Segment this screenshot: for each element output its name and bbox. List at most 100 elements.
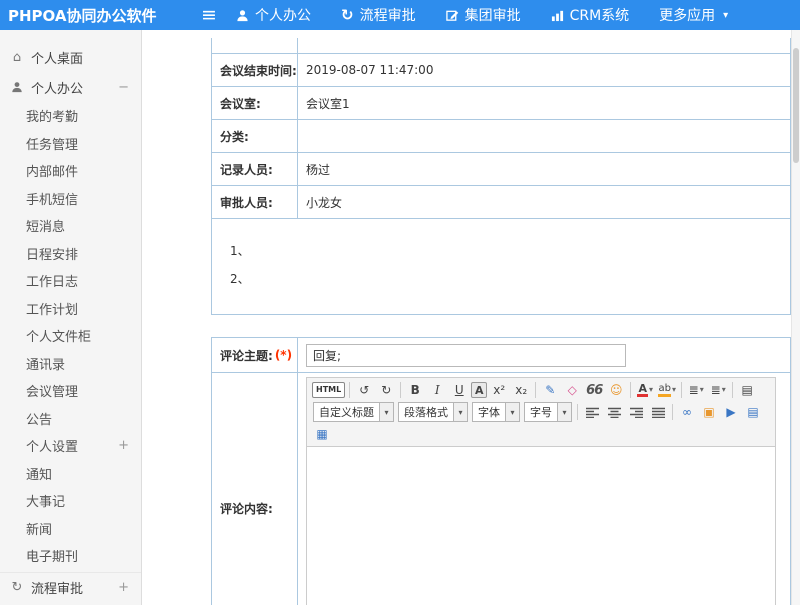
select-value: 字体	[473, 404, 505, 420]
align-justify-icon[interactable]	[648, 402, 668, 422]
user-icon	[10, 81, 24, 93]
bar-chart-icon	[551, 9, 564, 22]
sidebar-sublabel: 我的考勤	[26, 106, 78, 125]
form-row: 审批人员: 小龙女	[212, 186, 790, 219]
underline-button[interactable]: U	[449, 380, 469, 400]
collapse-minus-icon[interactable]: −	[118, 80, 129, 95]
editor-content-area[interactable]	[307, 447, 775, 605]
sidebar-item-e-journal[interactable]: 电子期刊	[0, 542, 141, 570]
edit-approval-icon	[446, 9, 459, 22]
hamburger-menu-icon[interactable]: ≡	[192, 0, 226, 30]
source-code-button[interactable]: HTML	[312, 382, 345, 398]
font-family-select[interactable]: 字体 ▾	[472, 402, 520, 422]
nav-group-approval[interactable]: 集团审批	[446, 5, 521, 25]
toolbar-separator	[672, 404, 673, 420]
sidebar-item-work-plan[interactable]: 工作计划	[0, 295, 141, 323]
sidebar-sublabel: 通讯录	[26, 354, 65, 373]
comment-subject-input[interactable]	[306, 344, 626, 367]
subscript-button[interactable]: x₂	[511, 380, 531, 400]
vertical-scrollbar[interactable]	[791, 30, 800, 605]
unordered-list-button[interactable]: ≣▾	[708, 380, 728, 400]
align-center-icon[interactable]	[604, 402, 624, 422]
nav-personal-office[interactable]: 个人办公	[236, 5, 311, 25]
scrollbar-thumb[interactable]	[793, 48, 799, 163]
highlight-glyph: ab	[658, 384, 670, 397]
sidebar-item-workflow-approval[interactable]: ↻ 流程审批 +	[0, 572, 141, 602]
font-size-select[interactable]: 字号 ▾	[524, 402, 572, 422]
toolbar-separator	[349, 382, 350, 398]
align-right-icon[interactable]	[626, 402, 646, 422]
user-icon	[236, 9, 249, 22]
blockquote-icon[interactable]: 66	[584, 380, 604, 400]
sidebar-item-news[interactable]: 新闻	[0, 515, 141, 543]
sidebar-item-announcements[interactable]: 公告	[0, 405, 141, 433]
new-page-icon[interactable]: ▤	[737, 380, 757, 400]
heading-select[interactable]: 自定义标题 ▾	[313, 402, 394, 422]
sidebar-item-attendance[interactable]: 我的考勤	[0, 102, 141, 130]
nav-workflow-approval[interactable]: ↻ 流程审批	[341, 5, 416, 25]
expand-plus-icon[interactable]: +	[118, 438, 129, 453]
list-glyph: ≣	[689, 384, 699, 396]
sidebar-item-mobile-sms[interactable]: 手机短信	[0, 185, 141, 213]
sidebar-item-contacts[interactable]: 通讯录	[0, 350, 141, 378]
sidebar-item-internal-mail[interactable]: 内部邮件	[0, 157, 141, 185]
toolbar-row-1: HTML ↺ ↻ B I U A x² x₂ ✎	[309, 379, 773, 401]
eraser-icon[interactable]: ◇	[562, 380, 582, 400]
sidebar-item-notifications[interactable]: 通知	[0, 460, 141, 488]
insert-table-icon[interactable]: ▦	[312, 424, 332, 444]
superscript-button[interactable]: x²	[489, 380, 509, 400]
toolbar-separator	[400, 382, 401, 398]
bold-button[interactable]: B	[405, 380, 425, 400]
emoticon-icon[interactable]: ☺	[606, 380, 626, 400]
sidebar-sublabel: 工作日志	[26, 271, 78, 290]
sidebar-label: 流程审批	[31, 578, 83, 597]
highlight-color-button[interactable]: ab▾	[657, 380, 677, 400]
font-style-button[interactable]: A	[471, 382, 487, 398]
paragraph-format-select[interactable]: 段落格式 ▾	[398, 402, 468, 422]
sidebar-sublabel: 电子期刊	[26, 546, 78, 565]
nav-label: CRM系统	[570, 5, 630, 25]
nav-label: 个人办公	[255, 5, 311, 25]
sidebar-item-personal-settings[interactable]: 个人设置 +	[0, 432, 141, 460]
format-painter-icon[interactable]: ✎	[540, 380, 560, 400]
insert-image-icon[interactable]: ▣	[699, 402, 719, 422]
caret-down-icon[interactable]: ▾	[453, 403, 467, 421]
field-label	[212, 38, 298, 53]
sidebar-sublabel: 工作计划	[26, 299, 78, 318]
sidebar-item-work-log[interactable]: 工作日志	[0, 267, 141, 295]
editor-selects: 自定义标题 ▾ 段落格式 ▾ 字体 ▾ 字号	[311, 402, 574, 422]
caret-down-icon[interactable]: ▾	[557, 403, 571, 421]
font-color-button[interactable]: A▾	[635, 380, 655, 400]
insert-file-icon[interactable]: ▤	[743, 402, 763, 422]
workflow-cycle-icon: ↻	[10, 580, 24, 595]
sidebar-item-task-management[interactable]: 任务管理	[0, 130, 141, 158]
sidebar-item-personal-office[interactable]: 个人办公 −	[0, 72, 141, 102]
sidebar-item-meeting-management[interactable]: 会议管理	[0, 377, 141, 405]
caret-down-icon[interactable]: ▾	[379, 403, 393, 421]
rich-text-editor: HTML ↺ ↻ B I U A x² x₂ ✎	[306, 377, 776, 605]
insert-media-icon[interactable]: ▶	[721, 402, 741, 422]
sidebar-sublabel: 手机短信	[26, 189, 78, 208]
insert-link-icon[interactable]: ∞	[677, 402, 697, 422]
toolbar-row-3: ▦	[309, 423, 773, 445]
sidebar-item-personal-file-cabinet[interactable]: 个人文件柜	[0, 322, 141, 350]
field-value: 杨过	[298, 153, 790, 185]
font-color-glyph: A	[637, 383, 648, 397]
toolbar-separator	[681, 382, 682, 398]
nav-more-apps[interactable]: 更多应用 ▾	[659, 5, 728, 25]
sidebar-item-personal-desktop[interactable]: ⌂ 个人桌面	[0, 42, 141, 72]
toolbar-separator	[732, 382, 733, 398]
align-left-icon[interactable]	[582, 402, 602, 422]
expand-plus-icon[interactable]: +	[118, 580, 129, 595]
ordered-list-button[interactable]: ≣▾	[686, 380, 706, 400]
comment-subject-label: 评论主题:(*)	[212, 338, 298, 372]
sidebar-item-memorabilia[interactable]: 大事记	[0, 487, 141, 515]
caret-down-icon[interactable]: ▾	[505, 403, 519, 421]
app-brand[interactable]: PHPOA协同办公软件	[0, 5, 192, 26]
italic-button[interactable]: I	[427, 380, 447, 400]
redo-icon[interactable]: ↻	[376, 380, 396, 400]
nav-crm-system[interactable]: CRM系统	[551, 5, 630, 25]
sidebar-item-schedule[interactable]: 日程安排	[0, 240, 141, 268]
sidebar-item-short-message[interactable]: 短消息	[0, 212, 141, 240]
undo-icon[interactable]: ↺	[354, 380, 374, 400]
